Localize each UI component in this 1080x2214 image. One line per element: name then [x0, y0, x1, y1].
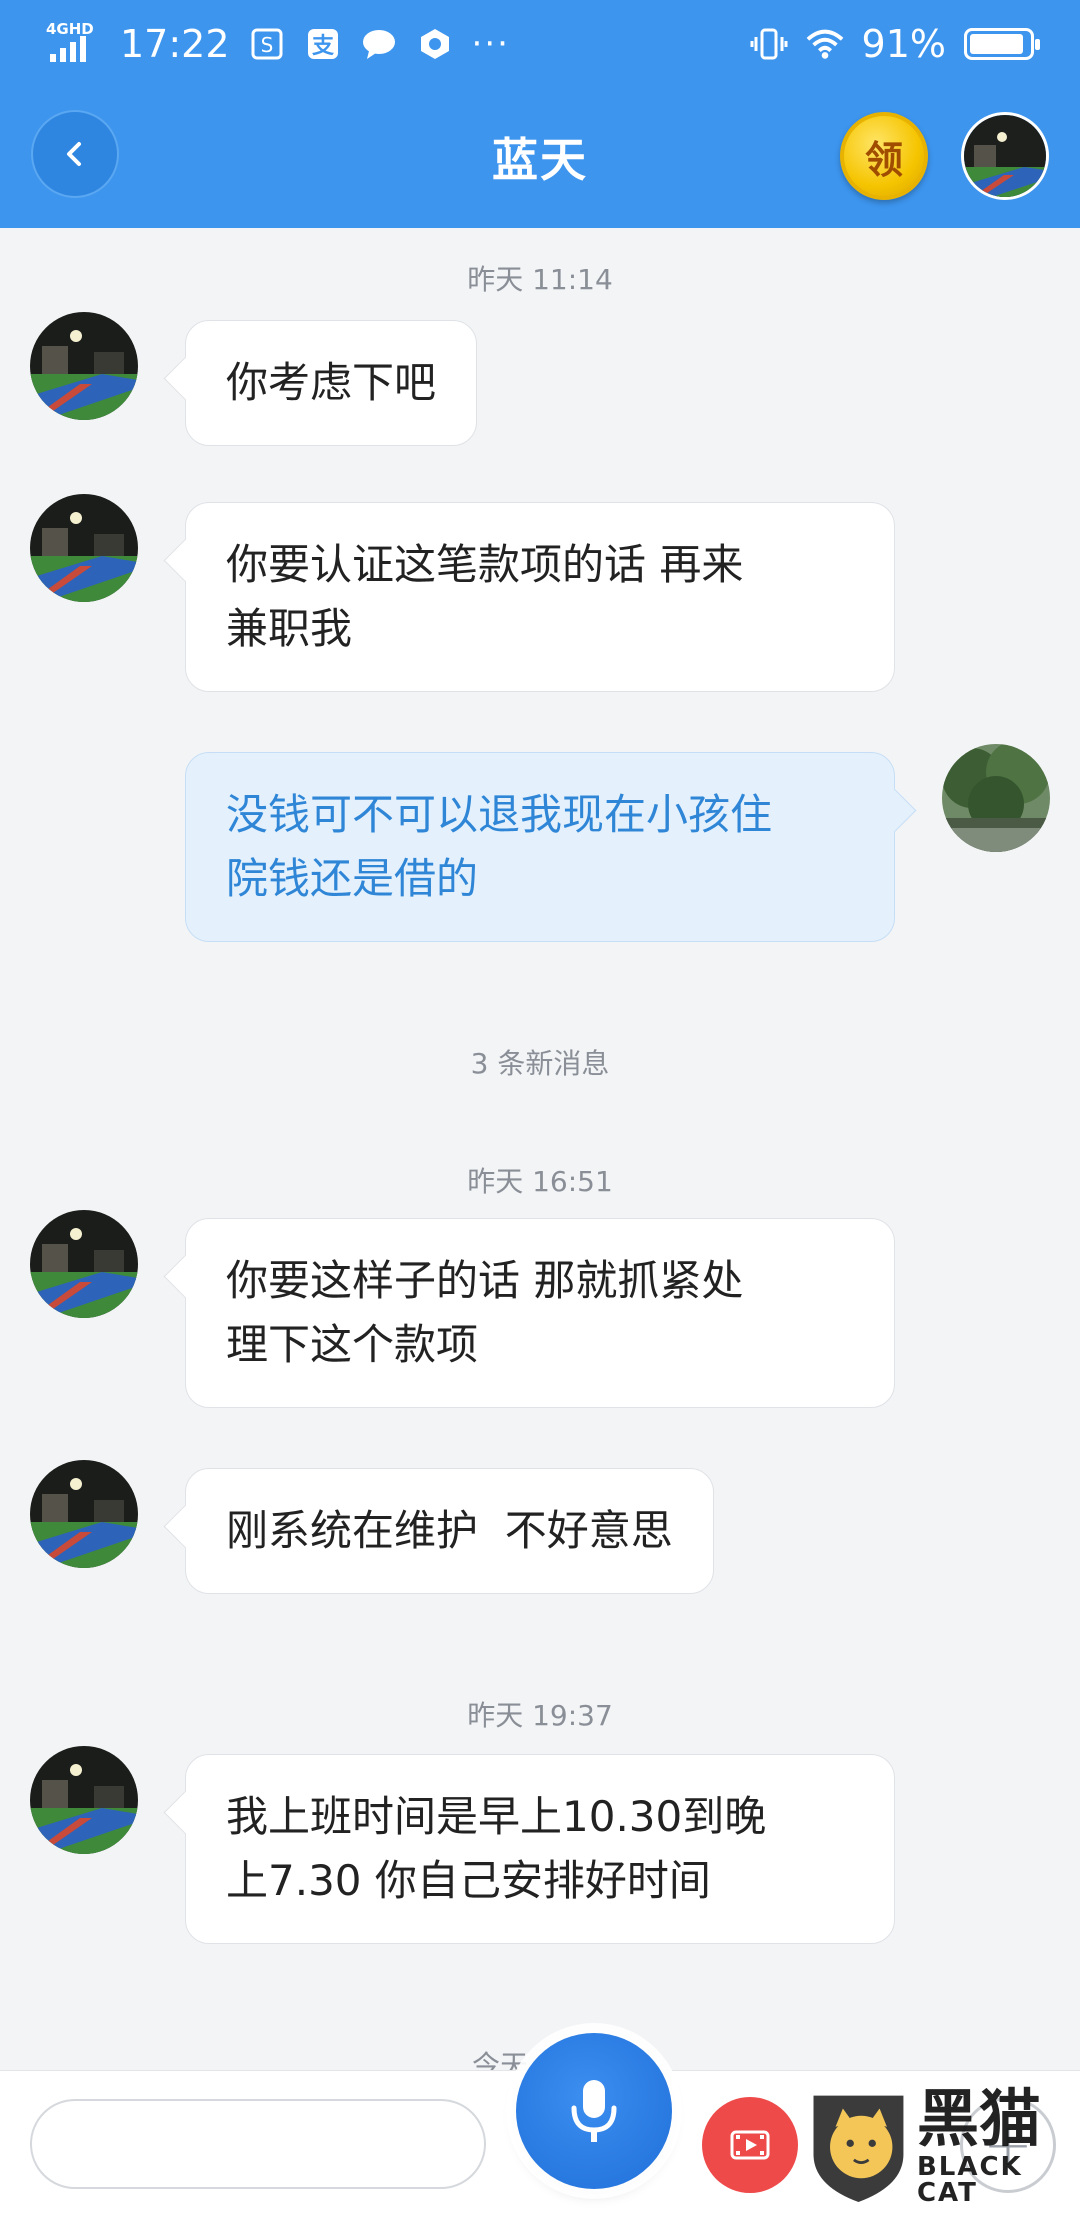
message-text-line: 院钱还是借的: [226, 854, 479, 903]
more-notifications-icon: ···: [471, 24, 510, 64]
received-message-bubble[interactable]: 你要这样子的话 那就抓紧处 理下这个款项: [185, 1218, 895, 1408]
cat-shield-logo-icon: [813, 2095, 904, 2203]
message-timestamp: 昨天 19:37: [467, 1699, 613, 1732]
message-text-line: 我上班时间是早上10.30到晚: [226, 1792, 767, 1841]
message-timestamp: 昨天 11:14: [467, 263, 613, 296]
received-message-bubble[interactable]: 我上班时间是早上10.30到晚 上7.30 你自己安排好时间: [185, 1754, 895, 1944]
svg-text:S: S: [260, 33, 273, 57]
wifi-icon: [806, 25, 844, 63]
voice-record-button[interactable]: [516, 2033, 672, 2189]
message-input[interactable]: [30, 2099, 486, 2189]
status-time: 17:22: [120, 22, 230, 66]
new-messages-divider[interactable]: 3 条新消息: [0, 1042, 1080, 1082]
message-text-line: 你要认证这笔款项的话 再来: [226, 540, 744, 589]
battery-icon: [964, 28, 1040, 60]
sent-message-bubble[interactable]: 没钱可不可以退我现在小孩住 院钱还是借的: [185, 752, 895, 942]
watermark-en: BLACK CAT: [916, 2152, 1023, 2208]
received-message-bubble[interactable]: 刚系统在维护 不好意思: [185, 1468, 714, 1594]
received-message-bubble[interactable]: 你考虑下吧: [185, 320, 478, 446]
microphone-icon: [571, 2080, 617, 2142]
sender-avatar[interactable]: [30, 1210, 138, 1318]
video-icon: [730, 2130, 770, 2160]
message-timestamp: 昨天 16:51: [467, 1165, 613, 1198]
video-button[interactable]: [702, 2097, 798, 2193]
chat-notification-icon: [360, 25, 398, 63]
message-text-line: 理下这个款项: [226, 1320, 479, 1369]
coin-label: 领: [864, 137, 903, 182]
message-text-line: 上7.30 你自己安排好时间: [226, 1856, 711, 1905]
sender-avatar[interactable]: [30, 312, 138, 420]
watermark-cn: 黑猫: [916, 2082, 1041, 2155]
message-text-line: 你要这样子的话 那就抓紧处: [226, 1256, 744, 1305]
contact-avatar-button[interactable]: [961, 112, 1049, 200]
status-bar: 4GHD 17:22 S 支 ··· 91%: [0, 0, 1080, 88]
message-text: 你考虑下吧: [226, 358, 437, 407]
black-cat-watermark: 黑猫 BLACK CAT: [808, 2080, 1080, 2214]
coin-reward-button[interactable]: 领: [840, 112, 928, 200]
message-text: 刚系统在维护 不好意思: [226, 1506, 673, 1555]
my-avatar[interactable]: [942, 744, 1050, 852]
screenshot-icon: S: [248, 25, 286, 63]
battery-percent: 91%: [861, 22, 946, 66]
vibrate-icon: [750, 25, 788, 63]
sender-avatar[interactable]: [30, 1746, 138, 1854]
cellular-signal-icon: 4GHD: [46, 20, 102, 64]
message-text-line: 兼职我: [226, 604, 353, 653]
sender-avatar[interactable]: [30, 494, 138, 602]
received-message-bubble[interactable]: 你要认证这笔款项的话 再来 兼职我: [185, 502, 895, 692]
chat-header: 蓝天 领: [0, 88, 1080, 228]
svg-text:支: 支: [312, 34, 335, 59]
alipay-icon: 支: [304, 25, 342, 63]
app-notification-icon: [416, 25, 454, 63]
message-text-line: 没钱可不可以退我现在小孩住: [226, 790, 773, 839]
sender-avatar[interactable]: [30, 1460, 138, 1568]
